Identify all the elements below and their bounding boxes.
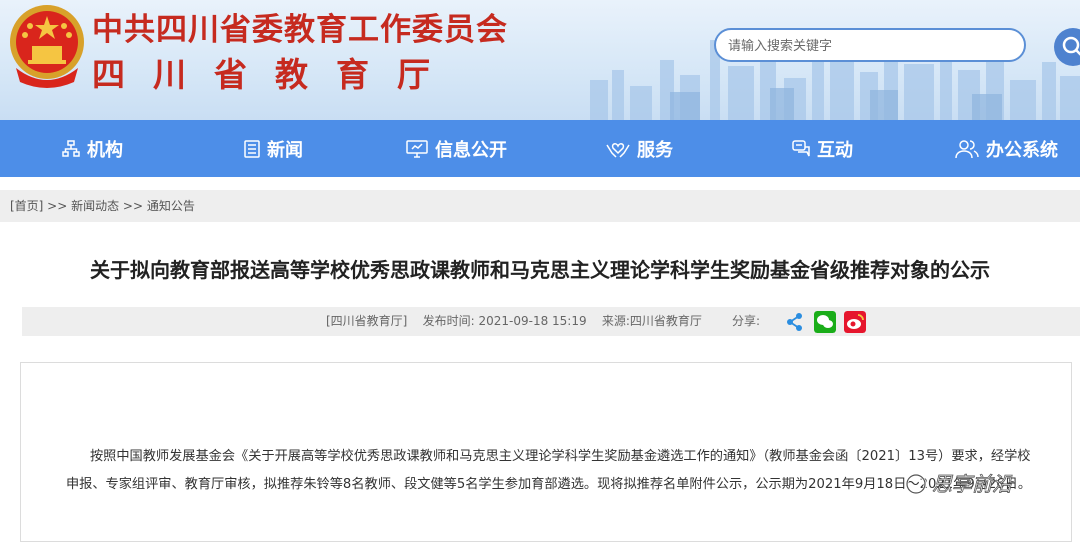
article-meta-info: [四川省教育厅] 发布时间: 2021-09-18 15:19 来源:四川省教育… — [326, 314, 702, 328]
breadcrumb: [首页] >> 新闻动态 >> 通知公告 — [0, 190, 1080, 222]
newspaper-icon — [244, 139, 260, 158]
dept-name: 四川省教育厅 — [92, 55, 458, 94]
article-meta-bar: [四川省教育厅] 发布时间: 2021-09-18 15:19 来源:四川省教育… — [22, 307, 1080, 336]
nav-item-label: 信息公开 — [435, 139, 507, 161]
search-button[interactable] — [1054, 28, 1080, 66]
nav-item-label: 互动 — [817, 139, 853, 161]
org-chart-icon — [62, 139, 80, 157]
chat-icon — [792, 139, 810, 156]
nav-item-news[interactable]: 新闻 — [244, 120, 303, 177]
nav-item-interaction[interactable]: 互动 — [792, 120, 853, 177]
nav-item-label: 办公系统 — [986, 139, 1058, 161]
weibo-icon[interactable] — [844, 311, 866, 333]
nav-item-label: 新闻 — [267, 139, 303, 161]
wechat-watermark-logo: 思享前沿 — [905, 472, 1014, 496]
share-icon[interactable] — [784, 311, 806, 333]
search-box — [714, 28, 1026, 62]
national-emblem-icon — [10, 5, 84, 88]
main-nav: 机构 新闻 信息公开 服务 互动 办公系统 — [0, 120, 1080, 177]
org-name: 中共四川省委教育工作委员会 — [92, 12, 508, 48]
hands-heart-icon — [606, 142, 630, 158]
wechat-icon[interactable] — [814, 311, 836, 333]
search-icon — [1062, 36, 1080, 56]
search-input[interactable] — [726, 30, 1020, 62]
nav-item-office-system[interactable]: 办公系统 — [955, 120, 1058, 177]
breadcrumb-text[interactable]: [首页] >> 新闻动态 >> 通知公告 — [10, 199, 195, 213]
nav-item-info-disclosure[interactable]: 信息公开 — [406, 120, 507, 177]
share-label: 分享: — [732, 314, 761, 328]
nav-item-label: 服务 — [637, 139, 673, 161]
nav-item-services[interactable]: 服务 — [606, 120, 673, 177]
site-header: 中共四川省委教育工作委员会 四川省教育厅 — [0, 0, 1080, 120]
article-title: 关于拟向教育部报送高等学校优秀思政课教师和马克思主义理论学科学生奖励基金省级推荐… — [90, 258, 990, 282]
nav-item-label: 机构 — [87, 139, 123, 161]
article-body-paragraph: 按照中国教师发展基金会《关于开展高等学校优秀思政课教师和马克思主义理论学科学生奖… — [66, 449, 1032, 492]
nav-item-institutions[interactable]: 机构 — [62, 120, 123, 177]
svg-text:思享前沿: 思享前沿 — [932, 472, 1014, 496]
monitor-icon — [406, 139, 428, 158]
users-icon — [955, 139, 979, 158]
